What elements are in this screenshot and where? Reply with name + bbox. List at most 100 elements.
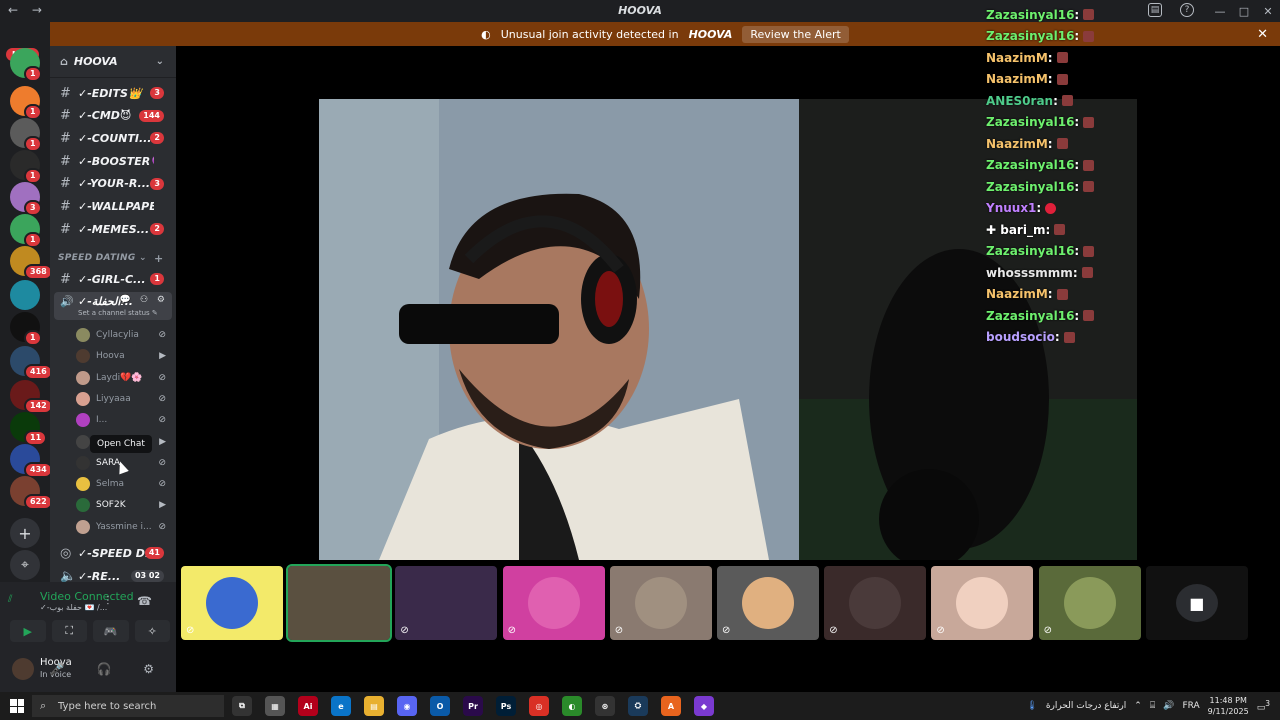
chat-username[interactable]: NaazimM	[986, 51, 1048, 65]
taskbar-app-icon[interactable]: A	[661, 696, 681, 716]
chat-username[interactable]: Zazasinyal16	[986, 29, 1074, 43]
volume-icon[interactable]: 🔊	[1163, 701, 1174, 711]
channel-item[interactable]: # ✓-COUNTI... 2	[50, 128, 176, 148]
chat-username[interactable]: Zazasinyal16	[986, 158, 1074, 172]
channel-item[interactable]: # ✓-YOUR-R... 3	[50, 174, 176, 194]
notifications-icon[interactable]: ▭3	[1257, 699, 1270, 713]
add-server-button[interactable]: +	[10, 518, 40, 548]
voice-tools[interactable]: ⫶ ☎	[106, 594, 164, 609]
voice-member[interactable]: Hoova ▶	[76, 346, 176, 366]
guild-header[interactable]: ⌂ HOOVA ⌄	[50, 46, 176, 78]
taskbar-search[interactable]: ⌕ Type here to search	[32, 695, 224, 717]
voice-member[interactable]: Yassmine i... ⊘	[76, 517, 176, 537]
soundboard-button[interactable]: ✧	[134, 620, 170, 642]
chat-username[interactable]: NaazimM	[986, 72, 1048, 86]
taskbar-app-icon[interactable]: ◎	[529, 696, 549, 716]
chat-username[interactable]: Ynuux1	[986, 201, 1036, 215]
participant-tile[interactable]: ⊘	[395, 566, 498, 640]
weather-text[interactable]: ارتفاع درجات الحرارة	[1046, 701, 1126, 711]
taskbar-app-icon[interactable]: e	[331, 696, 351, 716]
chat-username[interactable]: whosssmmm	[986, 266, 1073, 280]
channel-item[interactable]: # ✓-CMD😈 144	[50, 106, 176, 126]
voice-member[interactable]: Cyllacylia ⊘	[76, 325, 176, 345]
channel-item[interactable]: # ✓-BOOSTER💜	[50, 151, 176, 171]
user-controls[interactable]: 🎤 🎧 ⚙	[50, 662, 168, 676]
chat-username[interactable]: NaazimM	[986, 137, 1048, 151]
participant-tile[interactable]	[286, 564, 393, 642]
taskbar-app-icon[interactable]: ⊛	[595, 696, 615, 716]
taskbar-app-icon[interactable]: ▦	[265, 696, 285, 716]
channel-item[interactable]: # ✓-MEMES... 2	[50, 219, 176, 239]
participant-tile[interactable]: ⊘	[931, 566, 1034, 640]
voice-channel-active[interactable]: 🔊 ✓-الحفلة... 💬 ⚇ ⚙ Set a channel status…	[54, 292, 172, 320]
taskbar-app-icon[interactable]: Ps	[496, 696, 516, 716]
chat-separator: :	[1072, 265, 1078, 280]
avatar	[76, 370, 90, 385]
chat-username[interactable]: Zazasinyal16	[986, 244, 1074, 258]
chevron-down-icon[interactable]: ⌄	[156, 56, 164, 67]
chat-username[interactable]: NaazimM	[986, 287, 1048, 301]
chat-username[interactable]: boudsocio	[986, 330, 1055, 344]
explore-servers-button[interactable]: ⌖	[10, 550, 40, 580]
activity-button[interactable]: 🎮	[93, 620, 129, 642]
channel-label: ✓-YOUR-R...	[78, 177, 151, 191]
channel-item[interactable]: # ✓-EDITS👑 3	[50, 83, 176, 103]
chat-username[interactable]: ANES0ran	[986, 94, 1053, 108]
channel-status-prompt[interactable]: Set a channel status ✎	[78, 309, 158, 317]
screen-share-button[interactable]: ⛶	[51, 620, 87, 642]
review-alert-button[interactable]: Review the Alert	[742, 25, 849, 43]
hash-icon: #	[60, 108, 71, 124]
voice-member[interactable]: Selma ⊘	[76, 474, 176, 494]
taskbar-app-icon[interactable]: ◉	[397, 696, 417, 716]
clock[interactable]: 11:48 PM 9/11/2025	[1208, 695, 1249, 717]
chevron-up-icon[interactable]: ⌃	[1134, 701, 1142, 711]
alert-close-icon[interactable]: ✕	[1257, 27, 1268, 42]
add-channel-icon[interactable]: +	[154, 252, 164, 265]
alert-text: Unusual join activity detected in	[500, 27, 679, 41]
chat-username[interactable]: Zazasinyal16	[986, 115, 1074, 129]
participant-avatar	[527, 577, 580, 629]
participant-tile[interactable]: ⊘	[717, 566, 819, 640]
windows-start-icon[interactable]	[10, 699, 24, 713]
participant-tile[interactable]: ⊘	[824, 566, 927, 640]
network-icon[interactable]: ⌸	[1150, 701, 1155, 711]
camera-toggle-tile[interactable]: ■	[1145, 566, 1248, 640]
taskbar-app-icon[interactable]: ⛭	[628, 696, 648, 716]
channel-item[interactable]: # ✓-WALLPAPE...	[50, 197, 176, 217]
minimize-button[interactable]: —	[1208, 5, 1232, 18]
forward-arrow-icon[interactable]: →	[32, 3, 42, 17]
window-controls: — □ ✕	[1208, 0, 1280, 22]
taskbar-app-icon[interactable]: ◐	[562, 696, 582, 716]
camera-button[interactable]: ▶	[10, 620, 46, 642]
channel-speed-dating[interactable]: ◎ ✓-SPEED D... 41	[50, 543, 176, 563]
participant-tile[interactable]: ⊘	[1038, 566, 1141, 640]
chat-username[interactable]: Zazasinyal16	[986, 8, 1074, 22]
unread-badge: 2	[150, 223, 164, 236]
participant-tile[interactable]: ⊘	[502, 566, 605, 640]
avatar[interactable]	[12, 658, 34, 680]
voice-member[interactable]: Laydi💔🌸 ⊘	[76, 368, 176, 388]
taskbar-app-icon[interactable]: Pr	[463, 696, 483, 716]
participant-tile[interactable]: ⊘	[609, 566, 712, 640]
category-speed-dating[interactable]: SPEED DATING ⌄ +	[58, 252, 163, 265]
back-arrow-icon[interactable]: ←	[8, 3, 18, 17]
chat-username[interactable]: ✚ bari_m	[986, 223, 1045, 237]
chat-username[interactable]: Zazasinyal16	[986, 180, 1074, 194]
taskbar-app-icon[interactable]: ◆	[694, 696, 714, 716]
server-icon[interactable]	[10, 280, 40, 310]
voice-member[interactable]: I... ⊘	[76, 410, 176, 430]
participant-tile[interactable]: ⊘	[181, 566, 283, 640]
maximize-button[interactable]: □	[1232, 5, 1256, 18]
taskbar-app-icon[interactable]: O	[430, 696, 450, 716]
voice-member[interactable]: SOF2K ▶	[76, 495, 176, 515]
voice-channel-tools[interactable]: 💬 ⚇ ⚙	[120, 295, 168, 305]
chat-message: ✚ bari_m :	[986, 219, 1186, 241]
language-indicator[interactable]: FRA	[1182, 701, 1199, 711]
channel-girl-chat[interactable]: # ✓-GIRL-C... 1	[50, 269, 176, 289]
voice-member[interactable]: Liyyaaa ⊘	[76, 389, 176, 409]
taskbar-app-icon[interactable]: ⧉	[232, 696, 252, 716]
taskbar-app-icon[interactable]: ▤	[364, 696, 384, 716]
close-button[interactable]: ✕	[1256, 5, 1280, 18]
chat-username[interactable]: Zazasinyal16	[986, 309, 1074, 323]
taskbar-app-icon[interactable]: Ai	[298, 696, 318, 716]
